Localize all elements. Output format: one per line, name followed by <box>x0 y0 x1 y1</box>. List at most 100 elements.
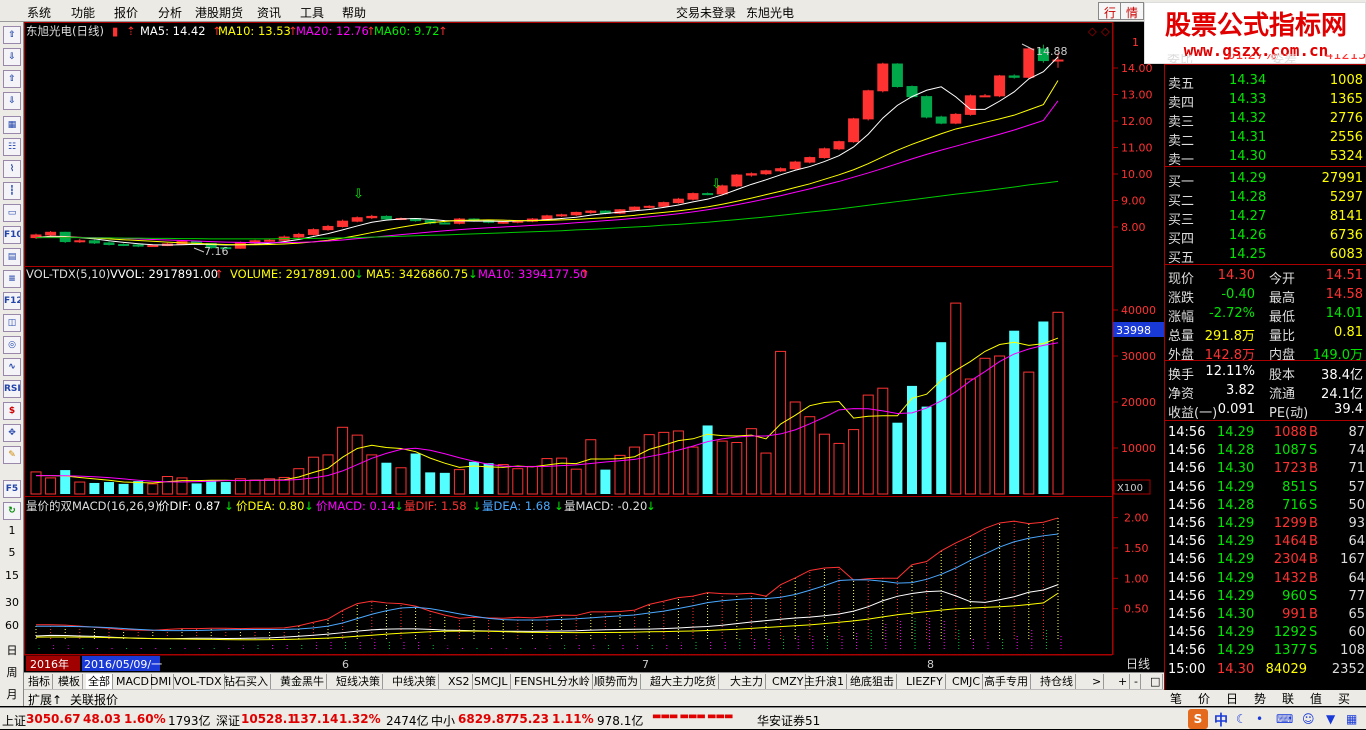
ime-user-icon[interactable]: ☺ <box>1302 712 1315 726</box>
menu-tools[interactable]: 工具 <box>300 4 324 21</box>
tab-scroll-right-icon[interactable]: > <box>1090 674 1105 689</box>
tick-row[interactable]: 14:56 14.29 2304 B 167 <box>1165 551 1366 569</box>
indicator-tab[interactable]: 主升浪1 <box>802 674 847 689</box>
page-up-icon[interactable]: ⇧ <box>3 70 21 88</box>
menu-hk-futures[interactable]: 港股期货 <box>195 4 243 21</box>
stat-row[interactable]: 现价 14.30 今开 14.51 <box>1165 267 1366 287</box>
ask-row[interactable]: 卖四 14.33 1365 <box>1165 91 1366 111</box>
indicator-tab[interactable]: 绝底狙击 <box>848 674 897 689</box>
kline-chart[interactable]: 东旭光电(日线) ▮ ⇡ MA5: 14.42 ↑ MA10: 13.53 ↑ … <box>24 22 1164 672</box>
f5-icon[interactable]: F5 <box>3 480 21 498</box>
indicator-tab[interactable]: VOL-TDX <box>172 674 225 689</box>
period-day[interactable]: 日 <box>2 642 22 660</box>
compare-icon[interactable]: ◫ <box>3 314 21 332</box>
ime-mode[interactable]: 中 <box>1214 710 1228 730</box>
period-month[interactable]: 月 <box>2 686 22 704</box>
line-chart-icon[interactable]: ⌇ <box>3 160 21 178</box>
period-30min[interactable]: 30 <box>2 594 22 612</box>
dollar-icon[interactable]: $ <box>3 402 21 420</box>
tick-row[interactable]: 14:56 14.29 1377 S 108 <box>1165 642 1366 660</box>
zx-index[interactable]: 6829.87 <box>458 712 513 726</box>
panel-control-button[interactable]: - <box>1132 674 1141 689</box>
stat-row[interactable]: 涨幅 -2.72% 最低 14.01 <box>1165 305 1366 325</box>
ask-row[interactable]: 卖三 14.32 2776 <box>1165 110 1366 130</box>
period-1min[interactable]: 1 <box>2 522 22 540</box>
indicator-tab[interactable]: 持仓线 <box>1038 674 1076 689</box>
tick-row[interactable]: 14:56 14.29 1432 B 64 <box>1165 570 1366 588</box>
f12-icon[interactable]: F12 <box>3 292 21 310</box>
quote-tab[interactable]: 买 <box>1338 690 1350 707</box>
tick-row[interactable]: 14:56 14.29 1299 B 93 <box>1165 515 1366 533</box>
quote-tab[interactable]: 联 <box>1282 690 1294 707</box>
quote-tab[interactable]: 日 <box>1226 690 1238 707</box>
menu-system[interactable]: 系统 <box>27 4 51 21</box>
menu-help[interactable]: 帮助 <box>342 4 366 21</box>
bid-row[interactable]: 买一 14.29 27991 <box>1165 170 1366 190</box>
indicator-tab[interactable]: 超大主力吃货 <box>648 674 719 689</box>
ime-logo-icon[interactable]: S <box>1188 709 1208 729</box>
up-arrow-icon[interactable]: ⇧ <box>3 26 21 44</box>
indicator-tab[interactable]: 模板 <box>56 674 83 689</box>
indicator-tab[interactable]: 大主力 <box>728 674 766 689</box>
candle-icon[interactable]: ┇ <box>3 182 21 200</box>
refresh-icon[interactable]: ↻ <box>3 502 21 520</box>
target-icon[interactable]: ◎ <box>3 336 21 354</box>
stat-row[interactable]: 涨跌 -0.40 最高 14.58 <box>1165 286 1366 306</box>
indicator-tab[interactable]: 黄金黑牛 <box>278 674 327 689</box>
quote-tab[interactable]: 势 <box>1254 690 1266 707</box>
window-icon[interactable]: ▭ <box>3 204 21 222</box>
bid-row[interactable]: 买四 14.26 6736 <box>1165 227 1366 247</box>
tick-row[interactable]: 14:56 14.29 1464 B 64 <box>1165 533 1366 551</box>
menu-quote[interactable]: 报价 <box>114 4 138 21</box>
pencil-icon[interactable]: ✎ <box>3 446 21 464</box>
quote-button[interactable]: 行 <box>1098 2 1123 20</box>
ime-keyboard-icon[interactable]: ⌨ <box>1276 712 1293 726</box>
period-15min[interactable]: 15 <box>2 567 22 585</box>
ime-dot-icon[interactable]: • <box>1256 712 1263 726</box>
tick-row[interactable]: 14:56 14.28 716 S 50 <box>1165 497 1366 515</box>
bid-row[interactable]: 买二 14.28 5297 <box>1165 189 1366 209</box>
ime-grid-icon[interactable]: ▦ <box>1346 712 1357 726</box>
menu-news[interactable]: 资讯 <box>257 4 281 21</box>
tick-row[interactable]: 14:56 14.29 1088 B 87 <box>1165 424 1366 442</box>
tick-row[interactable]: 14:56 14.29 960 S 77 <box>1165 588 1366 606</box>
period-5min[interactable]: 5 <box>2 544 22 562</box>
quote-tab[interactable]: 值 <box>1310 690 1322 707</box>
indicator-tab[interactable]: 全部 <box>86 674 113 689</box>
quote-tab[interactable]: 笔 <box>1170 690 1182 707</box>
ask-row[interactable]: 卖五 14.34 1008 <box>1165 72 1366 92</box>
tab-expand[interactable]: 扩展↑ <box>28 691 62 708</box>
indicator-tab[interactable]: 高手专用 <box>982 674 1031 689</box>
stat-row[interactable]: 总量 291.8万 量比 0.81 <box>1165 324 1366 344</box>
indicator-tab[interactable]: CMJC <box>950 674 984 689</box>
indicator-tab[interactable]: CMZY <box>770 674 807 689</box>
tick-row[interactable]: 14:56 14.30 991 B 65 <box>1165 606 1366 624</box>
stack-icon[interactable]: ≡ <box>3 270 21 288</box>
panel-option-icon[interactable]: ◇ <box>1088 24 1097 38</box>
period-week[interactable]: 周 <box>2 664 22 682</box>
indicator-tab[interactable]: 顺势而为 <box>592 674 641 689</box>
indicator-tab[interactable]: SMCJL <box>472 674 511 689</box>
indicator-tab[interactable]: 钻石买入 <box>222 674 271 689</box>
tick-row[interactable]: 14:56 14.29 1292 S 60 <box>1165 624 1366 642</box>
tab-related-quotes[interactable]: 关联报价 <box>70 691 118 708</box>
indicator-tab[interactable]: 短线决策 <box>334 674 383 689</box>
ime-moon-icon[interactable]: ☾ <box>1236 712 1247 726</box>
wave-icon[interactable]: ∿ <box>3 358 21 376</box>
bid-row[interactable]: 买五 14.25 6083 <box>1165 246 1366 266</box>
indicator-tab[interactable]: MACD <box>114 674 152 689</box>
stat-row[interactable]: 外盘 142.8万 内盘 149.0万 <box>1165 343 1366 363</box>
report-icon[interactable]: ▤ <box>3 248 21 266</box>
rsi-icon[interactable]: RSI <box>3 380 21 398</box>
f10-icon[interactable]: F10 <box>3 226 21 244</box>
ask-row[interactable]: 卖二 14.31 2556 <box>1165 129 1366 149</box>
indicator-tab[interactable]: LIEZFY <box>904 674 946 689</box>
menu-analysis[interactable]: 分析 <box>158 4 182 21</box>
table-icon[interactable]: ☷ <box>3 138 21 156</box>
bid-row[interactable]: 买三 14.27 8141 <box>1165 208 1366 228</box>
panel-control-button[interactable]: + <box>1116 674 1131 689</box>
quote-tab[interactable]: 价 <box>1198 690 1210 707</box>
panel-close-icon[interactable]: ◇ <box>1101 24 1110 38</box>
tick-row[interactable]: 15:00 14.30 84029 2352 <box>1165 661 1366 679</box>
indicator-tab[interactable]: 中线决策 <box>390 674 439 689</box>
